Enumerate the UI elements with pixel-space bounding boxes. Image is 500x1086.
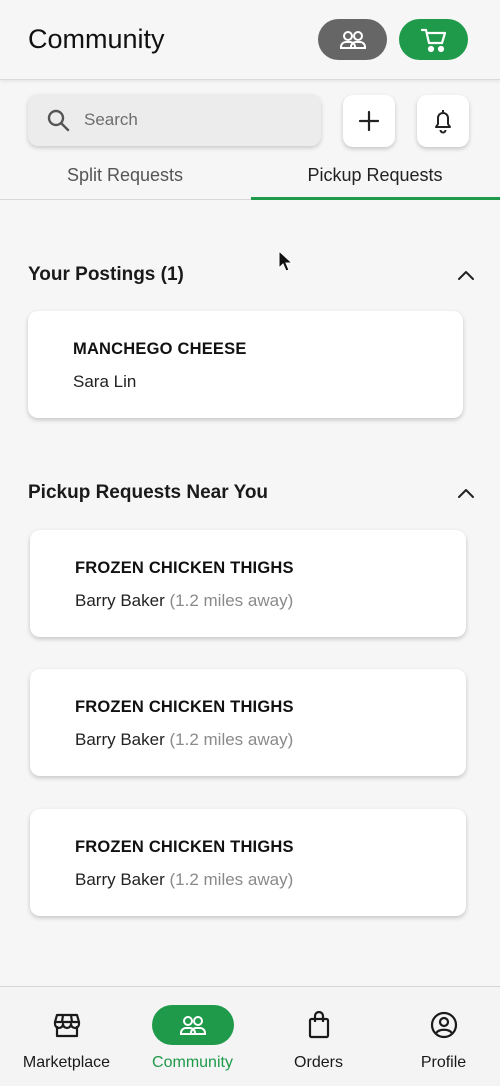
cart-icon bbox=[420, 28, 446, 52]
seller-line: Barry Baker (1.2 miles away) bbox=[75, 591, 293, 611]
bell-icon bbox=[435, 110, 451, 134]
store-icon bbox=[53, 1013, 80, 1038]
search-bar[interactable] bbox=[28, 94, 321, 146]
seller-line: Barry Baker (1.2 miles away) bbox=[75, 870, 293, 890]
seller-name: Barry Baker bbox=[75, 870, 165, 889]
chevron-up-icon[interactable] bbox=[456, 268, 476, 282]
search-icon bbox=[47, 109, 70, 132]
people-icon bbox=[179, 1016, 206, 1035]
notifications-button[interactable] bbox=[417, 95, 469, 147]
product-name: FROZEN CHICKEN THIGHS bbox=[75, 559, 294, 577]
nav-label: Community bbox=[152, 1054, 233, 1071]
active-tab-indicator bbox=[251, 197, 500, 200]
nearby-requests-heading: Pickup Requests Near You bbox=[28, 482, 269, 503]
community-button[interactable] bbox=[318, 19, 387, 60]
your-postings-heading: Your Postings (1) bbox=[28, 264, 184, 285]
mouse-cursor-icon bbox=[278, 250, 294, 272]
search-input[interactable] bbox=[84, 110, 284, 130]
people-icon bbox=[339, 30, 366, 49]
seller-name: Barry Baker bbox=[75, 730, 165, 749]
posting-card[interactable]: MANCHEGO CHEESE Sara Lin bbox=[28, 311, 463, 418]
nav-orders[interactable]: Orders bbox=[256, 987, 381, 1086]
seller-name: Barry Baker bbox=[75, 591, 165, 610]
product-name: MANCHEGO CHEESE bbox=[73, 340, 247, 358]
nav-profile[interactable]: Profile bbox=[381, 987, 500, 1086]
page-title: Community bbox=[28, 24, 165, 54]
seller-name: Sara Lin bbox=[73, 372, 137, 391]
nav-marketplace[interactable]: Marketplace bbox=[4, 987, 129, 1086]
product-name: FROZEN CHICKEN THIGHS bbox=[75, 698, 294, 716]
tab-pickup-requests[interactable]: Pickup Requests bbox=[250, 150, 500, 200]
pickup-request-card[interactable]: FROZEN CHICKEN THIGHS Barry Baker (1.2 m… bbox=[30, 530, 466, 637]
nav-label: Profile bbox=[420, 1054, 467, 1071]
user-circle-icon bbox=[430, 1011, 457, 1039]
pickup-request-card[interactable]: FROZEN CHICKEN THIGHS Barry Baker (1.2 m… bbox=[30, 669, 466, 776]
distance: (1.2 miles away) bbox=[169, 730, 294, 749]
distance: (1.2 miles away) bbox=[169, 591, 294, 610]
nav-label: Orders bbox=[294, 1054, 343, 1071]
cart-button[interactable] bbox=[399, 19, 468, 60]
chevron-up-icon[interactable] bbox=[456, 486, 476, 500]
tab-split-requests[interactable]: Split Requests bbox=[0, 150, 250, 200]
bag-icon bbox=[308, 1011, 329, 1039]
product-name: FROZEN CHICKEN THIGHS bbox=[75, 838, 294, 856]
seller-line: Barry Baker (1.2 miles away) bbox=[75, 730, 293, 750]
app-header: Community bbox=[0, 0, 500, 80]
pickup-request-card[interactable]: FROZEN CHICKEN THIGHS Barry Baker (1.2 m… bbox=[30, 809, 466, 916]
distance: (1.2 miles away) bbox=[169, 870, 294, 889]
add-button[interactable] bbox=[343, 95, 395, 147]
nav-label: Marketplace bbox=[22, 1054, 111, 1071]
bottom-navigation: Marketplace Community Orders Profile bbox=[0, 986, 500, 1086]
nav-community[interactable]: Community bbox=[130, 987, 255, 1086]
plus-icon bbox=[358, 110, 380, 132]
